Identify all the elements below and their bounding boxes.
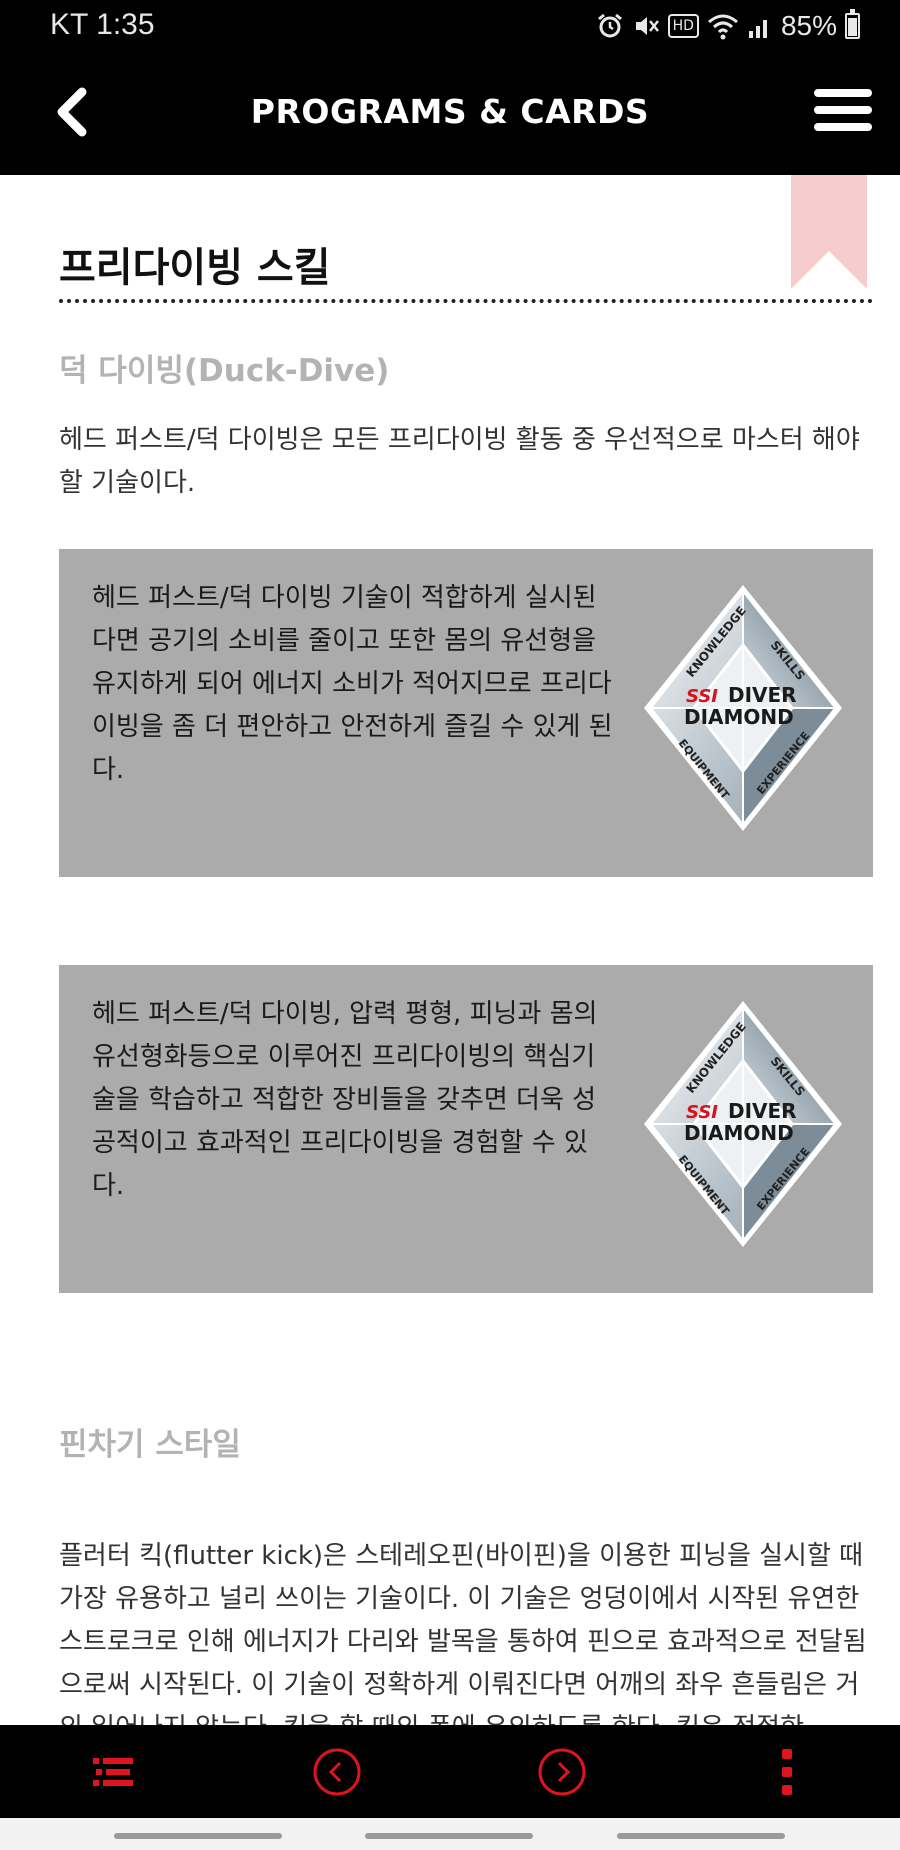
gesture-handle[interactable] bbox=[114, 1833, 282, 1839]
info-card: 헤드 퍼스트/덕 다이빙 기술이 적합하게 실시된다면 공기의 소비를 줄이고 … bbox=[59, 549, 873, 877]
badge-ssi-logo: SSI bbox=[686, 1102, 718, 1123]
menu-bar bbox=[814, 106, 872, 114]
previous-icon bbox=[313, 1748, 361, 1796]
card-text: 헤드 퍼스트/덕 다이빙 기술이 적합하게 실시된다면 공기의 소비를 줄이고 … bbox=[92, 583, 613, 785]
alarm-icon bbox=[597, 13, 622, 38]
next-button[interactable] bbox=[529, 1739, 595, 1805]
status-time: KT 1:35 bbox=[50, 8, 155, 41]
previous-button[interactable] bbox=[304, 1739, 370, 1805]
bookmark-icon[interactable] bbox=[791, 175, 867, 289]
badge-ssi-logo: SSI bbox=[686, 686, 718, 707]
section-title-duck-dive: 덕 다이빙(Duck-Dive) bbox=[59, 353, 390, 389]
menu-bar bbox=[814, 89, 872, 97]
section-text-fin-style: 플러터 킥(flutter kick)은 스테레오핀(바이핀)을 이용한 피닝을… bbox=[59, 1541, 867, 1725]
list-icon bbox=[93, 1758, 133, 1786]
signal-icon bbox=[748, 20, 767, 38]
next-icon bbox=[538, 1748, 586, 1796]
more-button[interactable] bbox=[754, 1739, 820, 1805]
hamburger-menu-button[interactable] bbox=[814, 89, 872, 133]
section-text-duck-dive: 헤드 퍼스트/덕 다이빙은 모든 프리다이빙 활동 중 우선적으로 마스터 해야… bbox=[59, 425, 860, 498]
section-title-fin-style: 핀차기 스타일 bbox=[59, 1427, 241, 1463]
battery-percent: 85% bbox=[780, 10, 837, 41]
badge-line2: DIAMOND bbox=[684, 705, 794, 729]
list-button[interactable] bbox=[79, 1739, 145, 1805]
card-text: 헤드 퍼스트/덕 다이빙, 압력 평형, 피닝과 몸의 유선형화등으로 이루어진… bbox=[92, 999, 598, 1201]
menu-bar bbox=[814, 123, 872, 131]
gesture-handle[interactable] bbox=[617, 1833, 785, 1839]
badge-line1: DIVER bbox=[728, 683, 797, 707]
info-card: 헤드 퍼스트/덕 다이빙, 압력 평형, 피닝과 몸의 유선형화등으로 이루어진… bbox=[59, 965, 873, 1293]
app-header: PROGRAMS & CARDS bbox=[0, 54, 900, 175]
more-vertical-icon bbox=[782, 1749, 792, 1795]
diver-diamond-logo: KNOWLEDGE SKILLS EQUIPMENT EXPERIENCE SS… bbox=[644, 1001, 842, 1247]
diver-diamond-logo: KNOWLEDGE SKILLS EQUIPMENT EXPERIENCE SS… bbox=[644, 585, 842, 831]
gesture-handle[interactable] bbox=[365, 1833, 533, 1839]
title-divider bbox=[59, 299, 873, 303]
badge-line2: DIAMOND bbox=[684, 1121, 794, 1145]
battery-icon bbox=[845, 9, 860, 39]
page-header-title: PROGRAMS & CARDS bbox=[250, 92, 650, 131]
hd-icon: HD bbox=[667, 14, 699, 38]
bottom-nav bbox=[0, 1725, 900, 1818]
badge-line1: DIVER bbox=[728, 1099, 797, 1123]
status-icons: HD 85% bbox=[596, 9, 860, 42]
gesture-bar bbox=[0, 1818, 900, 1850]
mute-icon bbox=[635, 17, 659, 35]
wifi-icon bbox=[707, 14, 738, 40]
content-area[interactable]: 프리다이빙 스킬 덕 다이빙(Duck-Dive) 헤드 퍼스트/덕 다이빙은 … bbox=[0, 175, 900, 1725]
status-bar: KT 1:35 HD 85% bbox=[0, 0, 900, 54]
page-title: 프리다이빙 스킬 bbox=[59, 245, 331, 291]
